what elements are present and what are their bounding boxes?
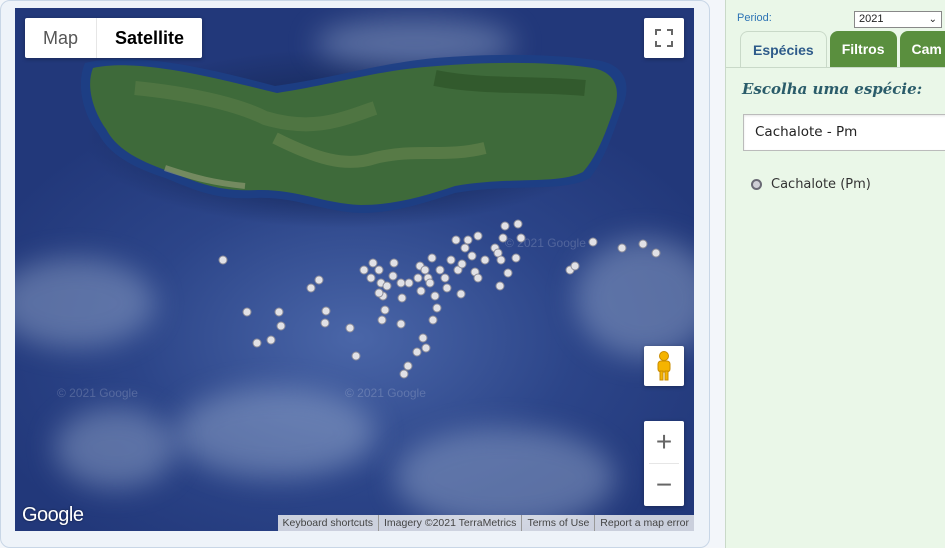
sighting-marker[interactable] <box>382 281 392 291</box>
sighting-marker[interactable] <box>380 305 390 315</box>
zoom-out-button[interactable]: − <box>644 464 684 506</box>
sighting-marker[interactable] <box>651 248 661 258</box>
sighting-marker[interactable] <box>516 233 526 243</box>
map-type-satellite-button[interactable]: Satellite <box>96 18 202 58</box>
sighting-marker[interactable] <box>418 333 428 343</box>
sighting-marker[interactable] <box>397 293 407 303</box>
control-panel: Period: 2021 ⌄ Espécies Filtros Cam Esco… <box>725 0 945 548</box>
legend-marker-icon <box>751 179 762 190</box>
sighting-marker[interactable] <box>396 319 406 329</box>
sighting-marker[interactable] <box>306 283 316 293</box>
sighting-marker[interactable] <box>374 265 384 275</box>
sighting-marker[interactable] <box>404 278 414 288</box>
sighting-marker[interactable] <box>389 258 399 268</box>
sighting-marker[interactable] <box>314 275 324 285</box>
sighting-marker[interactable] <box>427 253 437 263</box>
sighting-marker[interactable] <box>413 273 423 283</box>
sighting-marker[interactable] <box>617 243 627 253</box>
sighting-marker[interactable] <box>425 278 435 288</box>
sighting-marker[interactable] <box>570 261 580 271</box>
sighting-marker[interactable] <box>467 251 477 261</box>
species-prompt: Escolha uma espécie: <box>742 80 923 98</box>
sighting-marker[interactable] <box>266 335 276 345</box>
sighting-marker[interactable] <box>440 273 450 283</box>
sighting-marker[interactable] <box>457 259 467 269</box>
sighting-marker[interactable] <box>377 315 387 325</box>
sighting-marker[interactable] <box>351 351 361 361</box>
period-value: 2021 <box>859 13 884 25</box>
sighting-marker[interactable] <box>511 253 521 263</box>
legend-label: Cachalote (Pm) <box>771 177 871 192</box>
sighting-marker[interactable] <box>274 307 284 317</box>
fullscreen-button[interactable] <box>644 18 684 58</box>
sighting-marker[interactable] <box>460 243 470 253</box>
tab-especies[interactable]: Espécies <box>740 31 827 67</box>
imagery-credit: Imagery ©2021 TerraMetrics <box>378 515 521 531</box>
tab-bar: Espécies Filtros Cam <box>740 31 945 67</box>
report-map-error-link[interactable]: Report a map error <box>594 515 694 531</box>
sighting-marker[interactable] <box>480 255 490 265</box>
map-watermark: © 2021 Google <box>345 386 426 400</box>
sighting-marker[interactable] <box>513 219 523 229</box>
sighting-marker[interactable] <box>321 306 331 316</box>
sighting-marker[interactable] <box>451 235 461 245</box>
map-attribution: Keyboard shortcuts Imagery ©2021 TerraMe… <box>277 515 694 531</box>
sighting-marker[interactable] <box>446 255 456 265</box>
tab-filtros[interactable]: Filtros <box>829 31 897 67</box>
sighting-marker[interactable] <box>252 338 262 348</box>
sighting-marker[interactable] <box>359 265 369 275</box>
period-select[interactable]: 2021 ⌄ <box>854 11 942 28</box>
sighting-marker[interactable] <box>498 233 508 243</box>
sighting-marker[interactable] <box>638 239 648 249</box>
pegman-icon <box>657 351 671 381</box>
tab-cam[interactable]: Cam <box>899 31 945 67</box>
sighting-marker[interactable] <box>218 255 228 265</box>
period-label: Period: <box>737 12 772 24</box>
legend-item[interactable]: Cachalote (Pm) <box>751 177 871 192</box>
sighting-marker[interactable] <box>463 235 473 245</box>
map-type-control: Map Satellite <box>25 18 203 58</box>
keyboard-shortcuts-link[interactable]: Keyboard shortcuts <box>278 515 378 531</box>
sighting-marker[interactable] <box>456 289 466 299</box>
map-type-map-button[interactable]: Map <box>25 18 96 58</box>
sighting-marker[interactable] <box>473 273 483 283</box>
sighting-marker[interactable] <box>412 347 422 357</box>
sighting-marker[interactable] <box>503 268 513 278</box>
zoom-control: + − <box>644 421 684 506</box>
zoom-in-button[interactable]: + <box>644 421 684 463</box>
chevron-down-icon: ⌄ <box>928 14 937 25</box>
sighting-marker[interactable] <box>276 321 286 331</box>
street-view-button[interactable] <box>644 346 684 386</box>
sighting-marker[interactable] <box>496 255 506 265</box>
sighting-marker[interactable] <box>430 291 440 301</box>
species-select[interactable]: Cachalote - Pm <box>743 114 945 151</box>
sighting-marker[interactable] <box>320 318 330 328</box>
google-logo: Google <box>22 504 84 526</box>
sighting-marker[interactable] <box>366 273 376 283</box>
sighting-marker[interactable] <box>388 271 398 281</box>
terms-of-use-link[interactable]: Terms of Use <box>521 515 594 531</box>
sighting-marker[interactable] <box>495 281 505 291</box>
sighting-marker[interactable] <box>432 303 442 313</box>
sighting-marker[interactable] <box>345 323 355 333</box>
sighting-marker[interactable] <box>588 237 598 247</box>
sighting-marker[interactable] <box>428 315 438 325</box>
sighting-marker[interactable] <box>500 221 510 231</box>
sighting-marker[interactable] <box>416 286 426 296</box>
sighting-marker[interactable] <box>473 231 483 241</box>
island <box>80 54 627 213</box>
sighting-marker[interactable] <box>442 283 452 293</box>
fullscreen-icon <box>655 29 673 47</box>
sighting-marker[interactable] <box>399 369 409 379</box>
sighting-marker[interactable] <box>374 288 384 298</box>
map-watermark: © 2021 Google <box>57 386 138 400</box>
sighting-marker[interactable] <box>421 343 431 353</box>
map-canvas[interactable]: © 2021 Google © 2021 Google © 2021 Googl… <box>15 8 694 531</box>
sighting-marker[interactable] <box>242 307 252 317</box>
